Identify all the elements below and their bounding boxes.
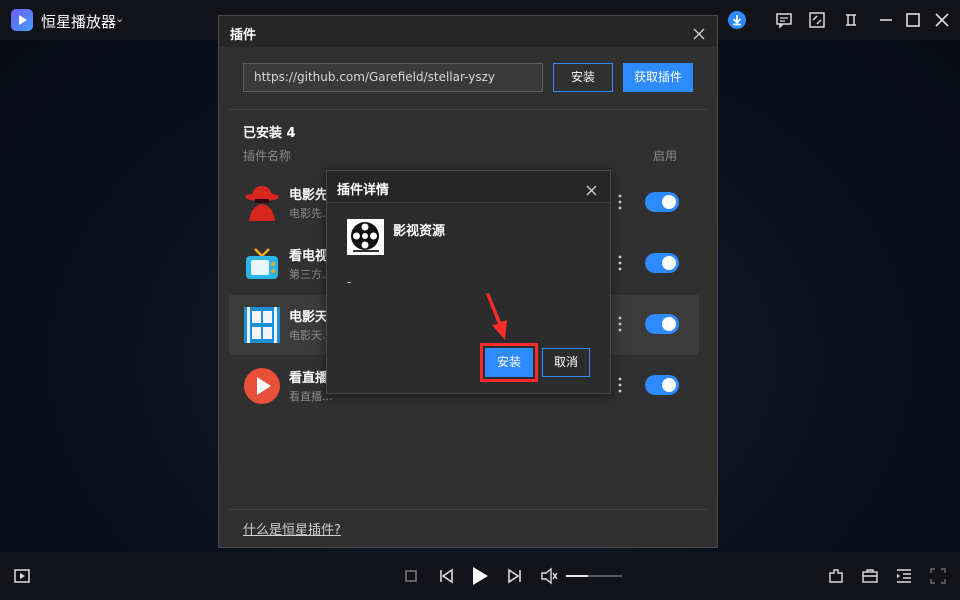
close-icon[interactable]: [586, 181, 597, 196]
screen-split-icon[interactable]: [808, 11, 826, 29]
more-options-icon[interactable]: [617, 376, 623, 394]
plugin-name: 电影先: [289, 188, 329, 203]
film-reel-icon: [347, 219, 384, 255]
cancel-button[interactable]: 取消: [542, 348, 590, 377]
enable-toggle[interactable]: [645, 314, 679, 334]
playlist-icon[interactable]: [12, 566, 32, 586]
enable-toggle[interactable]: [645, 192, 679, 212]
player-control-bar: [0, 552, 960, 600]
volume-slider-fill: [566, 575, 588, 577]
enable-toggle[interactable]: [645, 375, 679, 395]
dialog-header: 插件: [219, 16, 717, 47]
plugin-detail-dialog: 插件详情 影视资源 - 安装 取消: [326, 170, 611, 394]
movie-heaven-icon: [243, 306, 281, 344]
volume-icon[interactable]: [539, 566, 559, 586]
red-play-icon: [243, 367, 281, 405]
previous-icon[interactable]: [436, 566, 456, 586]
toggle-knob: [662, 317, 676, 331]
tv-icon: [243, 245, 281, 283]
plugin-name: 看直播: [289, 371, 329, 386]
toolbox-icon[interactable]: [860, 566, 880, 586]
plugin-name: 电影天: [289, 310, 329, 325]
help-link[interactable]: 什么是恒星插件?: [243, 519, 341, 538]
installed-count: 已安装 4: [243, 126, 296, 141]
red-hat-spy-icon: [243, 184, 281, 222]
column-header-enable: 启用: [653, 149, 678, 163]
plugin-url-input[interactable]: https://github.com/Garefield/stellar-ysz…: [243, 63, 543, 92]
toggle-knob: [662, 256, 676, 270]
more-options-icon[interactable]: [617, 254, 623, 272]
close-icon[interactable]: [693, 25, 705, 40]
maximize-icon[interactable]: [904, 11, 922, 29]
annotation-arrow-icon: [476, 292, 516, 342]
close-icon[interactable]: [933, 11, 951, 29]
message-icon[interactable]: [775, 11, 793, 29]
pin-icon[interactable]: [842, 11, 860, 29]
column-header-name: 插件名称: [243, 149, 292, 163]
enable-toggle[interactable]: [645, 253, 679, 273]
more-options-icon[interactable]: [617, 315, 623, 333]
toggle-knob: [662, 378, 676, 392]
divider: [229, 509, 707, 510]
app-title[interactable]: 恒星播放器: [41, 11, 116, 32]
plugin-name: 看电视: [289, 249, 329, 264]
more-options-icon[interactable]: [617, 193, 623, 211]
play-icon[interactable]: [469, 564, 491, 588]
get-plugin-button[interactable]: 获取插件: [623, 63, 693, 92]
plugin-icon[interactable]: [826, 566, 846, 586]
subtitle-list-icon[interactable]: [894, 566, 914, 586]
next-icon[interactable]: [505, 566, 525, 586]
play-logo-icon: [11, 9, 33, 31]
chevron-down-icon[interactable]: ⌄: [115, 12, 124, 25]
plugin-description: -: [347, 275, 352, 289]
install-button[interactable]: 安装: [553, 63, 613, 92]
divider: [229, 109, 707, 110]
toggle-knob: [662, 195, 676, 209]
stop-icon[interactable]: [401, 566, 421, 586]
dialog-title: 插件: [230, 28, 257, 43]
minimize-icon[interactable]: [877, 11, 895, 29]
plugin-name: 影视资源: [393, 224, 446, 239]
dialog-title: 插件详情: [337, 183, 390, 198]
install-button[interactable]: 安装: [485, 348, 533, 377]
fullscreen-icon[interactable]: [928, 566, 948, 586]
dialog-header: 插件详情: [327, 171, 610, 203]
download-circle-icon[interactable]: [727, 10, 747, 30]
